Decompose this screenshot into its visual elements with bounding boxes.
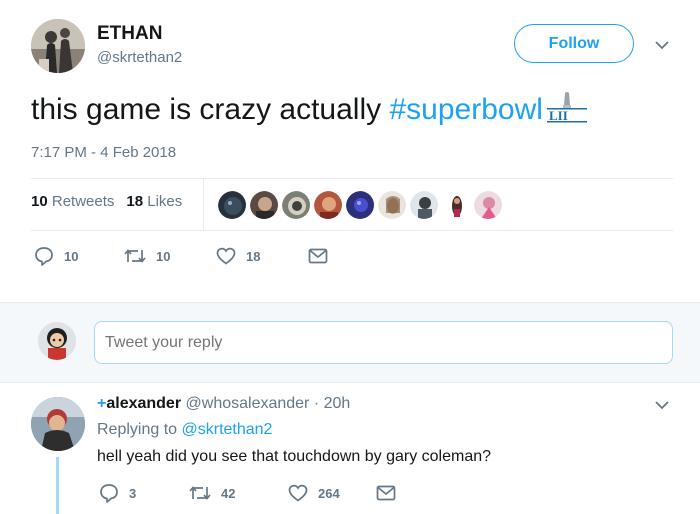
reply-author-avatar[interactable] [31,397,85,451]
reply-text: hell yeah did you see that touchdown by … [97,448,492,465]
hashtag-link[interactable]: #superbowl [389,93,542,126]
retweet-icon [124,247,146,265]
tweet-actions: 10 10 18 [34,246,328,266]
liker-avatar[interactable] [217,190,247,220]
reply-composer [0,302,700,383]
like-action[interactable]: 18 [216,247,308,265]
follow-button[interactable]: Follow [514,24,634,63]
retweet-icon [189,484,211,502]
thread-line [56,457,59,514]
tweet-stats: 10 Retweets 18 Likes [31,193,182,210]
reply-author-handle[interactable]: @whosalexander [186,395,310,412]
liker-avatar[interactable] [409,190,439,220]
replying-handle-link[interactable]: @skrtethan2 [182,421,273,438]
like-action[interactable]: 264 [288,484,376,502]
reply-count: 10 [64,248,79,264]
divider [31,178,673,179]
retweets-count: 10 [31,193,48,210]
reply-tweet: +alexander @whosalexander · 20h Replying… [0,383,700,514]
reply-input[interactable] [94,321,673,364]
liker-avatar[interactable] [313,190,343,220]
retweet-count: 42 [221,485,236,501]
author-avatar[interactable] [31,19,85,73]
liker-avatar[interactable] [345,190,375,220]
superbowl-logo: LII [545,91,589,134]
liker-avatar[interactable] [281,190,311,220]
likers-avatars [217,190,503,220]
reply-icon [34,246,54,266]
liker-avatar[interactable] [441,190,471,220]
author-handle[interactable]: @skrtethan2 [97,49,182,66]
reply-action[interactable]: 3 [99,483,189,503]
reply-actions: 3 42 264 [99,483,396,503]
reply-header: +alexander @whosalexander · 20h [97,395,350,413]
liker-avatar[interactable] [249,190,279,220]
chevron-down-icon[interactable] [654,37,670,53]
reply-author-plus: + [97,395,107,412]
like-count: 264 [318,485,340,501]
retweet-action[interactable]: 42 [189,484,288,502]
reply-action[interactable]: 10 [34,246,124,266]
message-action[interactable] [308,248,328,264]
retweets-label: Retweets [51,193,115,210]
replying-prefix: Replying to [97,421,178,438]
current-user-avatar[interactable] [38,322,76,360]
retweet-action[interactable]: 10 [124,247,216,265]
stats-separator [203,179,204,230]
like-icon [216,247,236,265]
tweet-text: this game is crazy actually #superbowl L… [31,90,589,134]
message-action[interactable] [376,485,396,501]
likes-label: Likes [147,193,183,210]
svg-text:LII: LII [549,108,568,123]
divider [31,230,673,231]
reply-time[interactable]: 20h [324,395,351,412]
reply-author-name[interactable]: alexander [106,395,181,412]
reply-icon [99,483,119,503]
liker-avatar[interactable] [473,190,503,220]
likes-count: 18 [126,193,144,210]
message-icon [308,248,328,264]
reply-count: 3 [129,485,137,501]
author-name[interactable]: ETHAN [97,23,162,45]
tweet-text-plain: this game is crazy actually [31,93,390,126]
chevron-down-icon[interactable] [654,397,670,413]
message-icon [376,485,396,501]
retweet-count: 10 [156,248,171,264]
like-count: 18 [246,248,261,264]
likes-stat[interactable]: 18 Likes [126,193,182,210]
replying-to: Replying to @skrtethan2 [97,421,272,439]
reply-separator: · [313,395,320,412]
liker-avatar[interactable] [377,190,407,220]
like-icon [288,484,308,502]
tweet-timestamp[interactable]: 7:17 PM - 4 Feb 2018 [31,144,176,161]
retweets-stat[interactable]: 10 Retweets [31,193,114,210]
main-tweet: ETHAN @skrtethan2 Follow this game is cr… [0,0,700,302]
